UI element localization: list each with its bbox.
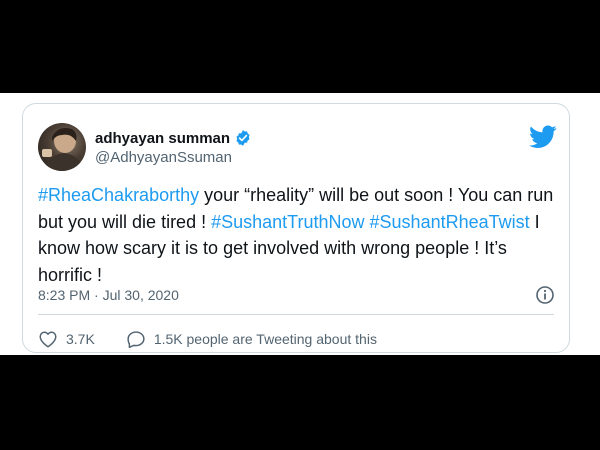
like-button[interactable]: 3.7K [38, 330, 95, 348]
author-handle[interactable]: @AdhyayanSsuman [95, 149, 232, 166]
tweet-card[interactable]: adhyayan summan @AdhyayanSsuman #RheaCha… [22, 103, 570, 353]
like-count: 3.7K [66, 331, 95, 347]
divider [38, 314, 554, 315]
avatar[interactable] [38, 123, 86, 171]
tweet-timestamp[interactable]: 8:23 PM · Jul 30, 2020 [38, 287, 179, 303]
tweet-text: #RheaChakraborthy your “rheality” will b… [38, 182, 558, 288]
author-name[interactable]: adhyayan summan [95, 130, 230, 147]
info-icon[interactable] [535, 285, 555, 305]
heart-icon [39, 331, 57, 348]
hashtag-link[interactable]: #RheaChakraborthy [38, 185, 199, 205]
tweeting-about-label: 1.5K people are Tweeting about this [153, 331, 377, 347]
verified-badge-icon [234, 129, 252, 147]
hashtag-link[interactable]: #SushantTruthNow [211, 212, 364, 232]
speech-bubble-icon [127, 330, 145, 348]
tweeting-about-link[interactable]: 1.5K people are Tweeting about this [126, 330, 377, 349]
tweet-actions: 3.7K 1.5K people are Tweeting about this [38, 329, 377, 349]
twitter-bird-icon[interactable] [529, 125, 557, 149]
hashtag-link[interactable]: #SushantRheaTwist [370, 212, 530, 232]
